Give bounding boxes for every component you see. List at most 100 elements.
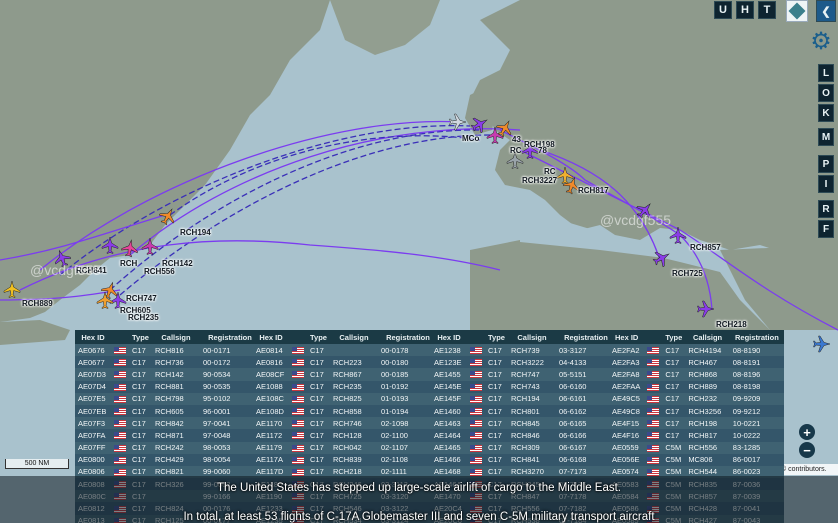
- column-header[interactable]: Hex ID: [75, 330, 111, 344]
- settings-button[interactable]: ⚙: [808, 29, 834, 55]
- table-row[interactable]: AE4F16 C17 RCH817 10-0222: [609, 429, 784, 442]
- toolbar-t-button[interactable]: T: [758, 1, 776, 19]
- table-row[interactable]: AE0559 C5M RCH556 83-1285: [609, 441, 784, 454]
- type-cell: C5M: [662, 441, 686, 454]
- back-button[interactable]: ❮: [816, 0, 836, 22]
- table-row[interactable]: AE108C C17 RCH825 01-0193: [253, 392, 438, 405]
- table-row[interactable]: AE08CF C17 RCH867 00-0185: [253, 368, 438, 381]
- side-button-m[interactable]: M: [818, 128, 834, 146]
- table-row[interactable]: AE0816 C17 RCH223 00-0180: [253, 356, 438, 369]
- aircraft-label[interactable]: MCo: [462, 134, 479, 143]
- table-row[interactable]: AE4F15 C17 RCH198 10-0221: [609, 417, 784, 430]
- table-row[interactable]: AE2FA3 C17 RCH467 08-8191: [609, 356, 784, 369]
- table-row[interactable]: AE1466 C17 RCH841 06-6168: [431, 453, 616, 466]
- aircraft-label[interactable]: RCH889: [22, 299, 53, 308]
- table-row[interactable]: AE1088 C17 RCH235 01-0192: [253, 380, 438, 393]
- column-header[interactable]: Callsign: [329, 330, 378, 344]
- column-header[interactable]: [111, 330, 129, 344]
- column-header[interactable]: [644, 330, 663, 344]
- column-header[interactable]: [467, 330, 485, 344]
- aircraft-label[interactable]: RCH: [120, 259, 137, 268]
- registration-cell: 02-1108: [377, 453, 438, 466]
- aircraft-label[interactable]: RC: [510, 146, 522, 155]
- table-row[interactable]: AE07FA C17 RCH871 97-0048: [75, 429, 260, 442]
- aircraft-label[interactable]: RCH747: [126, 294, 157, 303]
- table-row[interactable]: AE0676 C17 RCH816 00-0171: [75, 344, 260, 357]
- aircraft-label[interactable]: RCH218: [716, 320, 747, 329]
- column-header[interactable]: Registration: [199, 330, 260, 344]
- side-button-p[interactable]: P: [818, 155, 834, 173]
- table-row[interactable]: AE1460 C17 RCH801 06-6162: [431, 404, 616, 418]
- table-row[interactable]: AE07D4 C17 RCH881 90-0535: [75, 380, 260, 393]
- table-row[interactable]: AE1238 C17 RCH739 03-3127: [431, 344, 616, 357]
- column-header[interactable]: Registration: [729, 330, 784, 344]
- table-row[interactable]: AE1179 C17 RCH042 02-1107: [253, 441, 438, 454]
- table-row[interactable]: AE1455 C17 RCH747 05-5151: [431, 368, 616, 381]
- column-header[interactable]: Type: [662, 330, 686, 344]
- table-row[interactable]: AE1172 C17 RCH128 02-1100: [253, 429, 438, 442]
- table-row[interactable]: AE1170 C17 RCH746 02-1098: [253, 417, 438, 430]
- table-row[interactable]: AE0814 C17 00-0178: [253, 344, 438, 357]
- table-row[interactable]: AE07F3 C17 RCH842 97-0041: [75, 417, 260, 430]
- table-row[interactable]: AE056E C5M MC806 86-0017: [609, 453, 784, 466]
- side-button-r[interactable]: R: [818, 200, 834, 218]
- side-button-k[interactable]: K: [818, 104, 834, 122]
- aircraft-label[interactable]: 78: [538, 146, 547, 155]
- column-header[interactable]: Callsign: [507, 330, 556, 344]
- side-button-o[interactable]: O: [818, 84, 834, 102]
- layers-button[interactable]: [786, 0, 808, 22]
- zoom-out-button[interactable]: −: [799, 442, 815, 458]
- side-button-i[interactable]: I: [818, 175, 834, 193]
- table-row[interactable]: AE1464 C17 RCH846 06-6166: [431, 429, 616, 442]
- column-header[interactable]: Type: [129, 330, 152, 344]
- table-row[interactable]: AE0677 C17 RCH736 00-0172: [75, 356, 260, 369]
- aircraft-label[interactable]: RCH3227: [522, 176, 557, 185]
- aircraft-label[interactable]: RCH725: [672, 269, 703, 278]
- table-row[interactable]: AE117A C17 RCH839 02-1108: [253, 453, 438, 466]
- table-row[interactable]: AE123E C17 RCH3222 04-4133: [431, 356, 616, 369]
- column-header[interactable]: Callsign: [151, 330, 200, 344]
- aircraft-label[interactable]: RCH857: [690, 243, 721, 252]
- table-row[interactable]: AE2FA2 C17 RCH4194 08-8190: [609, 344, 784, 357]
- table-row[interactable]: AE145E C17 RCH743 06-6160: [431, 380, 616, 393]
- table-row[interactable]: AE07E5 C17 RCH798 95-0102: [75, 392, 260, 405]
- table-row[interactable]: AE2FA8 C17 RCH868 08-8196: [609, 368, 784, 381]
- map-attribution[interactable]: © contributors.: [781, 464, 838, 475]
- us-flag-icon: [467, 404, 485, 418]
- table-row[interactable]: AE49C8 C17 RCH3256 09-9212: [609, 404, 784, 418]
- table-row[interactable]: AE1465 C17 RCH309 06-6167: [431, 441, 616, 454]
- toolbar-u-button[interactable]: U: [714, 1, 732, 19]
- aircraft-label[interactable]: RCH817: [578, 186, 609, 195]
- table-row[interactable]: AE108D C17 RCH858 01-0194: [253, 404, 438, 418]
- column-header[interactable]: Hex ID: [609, 330, 645, 344]
- column-header[interactable]: Type: [307, 330, 330, 344]
- column-header[interactable]: Callsign: [685, 330, 730, 344]
- table-row[interactable]: AE1463 C17 RCH845 06-6165: [431, 417, 616, 430]
- hex-id-cell: AE123E: [431, 356, 467, 369]
- table-row[interactable]: AE145F C17 RCH194 06-6161: [431, 392, 616, 405]
- column-header[interactable]: [289, 330, 307, 344]
- table-row[interactable]: AE07D3 C17 RCH142 90-0534: [75, 368, 260, 381]
- aircraft-label[interactable]: RC: [544, 167, 556, 176]
- zoom-in-button[interactable]: +: [799, 424, 815, 440]
- column-header[interactable]: Registration: [377, 330, 438, 344]
- column-header[interactable]: Hex ID: [253, 330, 289, 344]
- table-row[interactable]: AE49C5 C17 RCH232 09-9209: [609, 392, 784, 405]
- hex-id-cell: AE1460: [431, 404, 467, 418]
- column-header[interactable]: Type: [485, 330, 508, 344]
- aircraft-label[interactable]: 43: [512, 135, 521, 144]
- column-header[interactable]: Hex ID: [431, 330, 467, 344]
- column-header[interactable]: Registration: [555, 330, 616, 344]
- table-row[interactable]: AE07FF C17 RCH242 98-0053: [75, 441, 260, 454]
- aircraft-label[interactable]: RCH556: [144, 267, 175, 276]
- aircraft-label[interactable]: RCH194: [180, 228, 211, 237]
- toolbar-h-button[interactable]: H: [736, 1, 754, 19]
- table-row[interactable]: AE2FAA C17 RCH889 08-8198: [609, 380, 784, 393]
- aircraft-label[interactable]: RCH235: [128, 313, 159, 322]
- table-row[interactable]: AE0800 C17 RCH429 98-0054: [75, 453, 260, 466]
- hex-id-cell: AE0677: [75, 356, 111, 369]
- side-button-f[interactable]: F: [818, 220, 834, 238]
- table-row[interactable]: AE07EB C17 RCH605 96-0001: [75, 404, 260, 418]
- side-button-l[interactable]: L: [818, 64, 834, 82]
- callsign-cell: RCH747: [507, 368, 556, 381]
